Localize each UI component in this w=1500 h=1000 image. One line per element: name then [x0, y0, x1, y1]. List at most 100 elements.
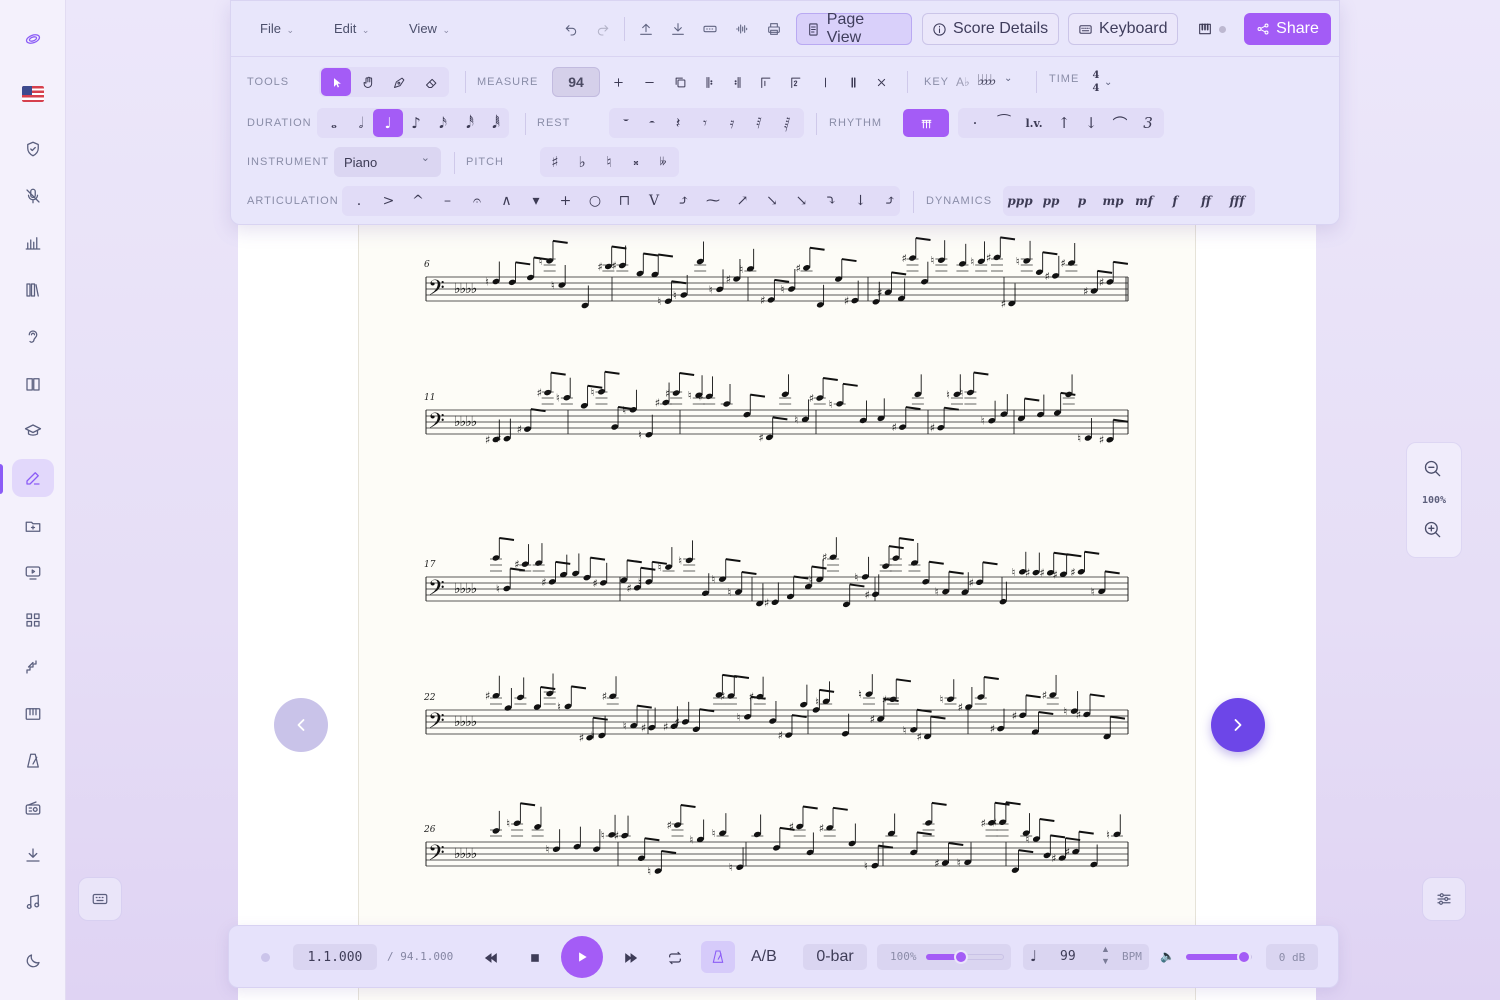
count-in-button[interactable]: 0-bar: [803, 944, 867, 970]
stairs-icon[interactable]: [12, 648, 54, 686]
time-signature[interactable]: 44: [1092, 69, 1100, 95]
remove-measure-icon[interactable]: [634, 68, 664, 96]
hand-tool-button[interactable]: [353, 68, 383, 96]
trill-icon[interactable]: ⁓: [698, 187, 728, 215]
fall-icon[interactable]: ↘: [787, 187, 817, 215]
sixteenth-note-icon[interactable]: 𝅘𝅥𝅯: [428, 109, 458, 137]
eighth-note-icon[interactable]: ♪: [401, 109, 431, 137]
dot-icon[interactable]: ·: [960, 109, 990, 137]
redo-icon[interactable]: [592, 19, 614, 39]
fast-forward-icon[interactable]: [619, 946, 643, 970]
folder-icon[interactable]: [12, 507, 54, 545]
up-bow-icon[interactable]: V: [639, 187, 669, 215]
zoom-in-icon[interactable]: [1423, 520, 1447, 544]
play-button[interactable]: [561, 936, 603, 978]
midi-icon[interactable]: [699, 19, 721, 39]
eraser-tool-button[interactable]: [416, 68, 446, 96]
moon-icon[interactable]: [12, 942, 54, 980]
repeat-start-icon[interactable]: [694, 68, 724, 96]
menu-file[interactable]: File: [260, 21, 294, 36]
volume-icon[interactable]: 🔈: [1160, 949, 1175, 963]
tenuto-icon[interactable]: –: [433, 187, 463, 215]
sixty-fourth-note-icon[interactable]: 𝅘𝅥𝅱: [481, 109, 511, 137]
dynamic-pp-icon[interactable]: pp: [1036, 187, 1066, 215]
slide-down-icon[interactable]: ↘: [757, 187, 787, 215]
score-details-button[interactable]: Score Details: [922, 13, 1059, 45]
library-icon[interactable]: [12, 271, 54, 309]
download-icon[interactable]: [12, 836, 54, 874]
volta-1-icon[interactable]: [750, 68, 780, 96]
edit-icon[interactable]: [12, 459, 54, 497]
dynamic-mp-icon[interactable]: mp: [1098, 187, 1128, 215]
graduation-icon[interactable]: [12, 412, 54, 450]
book-icon[interactable]: [12, 365, 54, 403]
dynamic-fff-icon[interactable]: fff: [1222, 187, 1252, 215]
ear-icon[interactable]: [12, 318, 54, 356]
barline-icon[interactable]: [810, 68, 840, 96]
double-barline-icon[interactable]: [838, 68, 868, 96]
ab-loop-button[interactable]: A/B: [751, 948, 777, 966]
score-notation[interactable]: 𝄢 ♭♭♭♭ 6 ♮ ♮ ♮ ♯ ♯ ♮ ♮ ♮ ♯ ♮ ♯ ♮ ♯ ♯ ♯ ♯ ♮ ♮ ♯ ♯ ♮ ♯ ♯ ♯ ♯ 𝄢 ♭♭♭♭ 11 ♯ ♯…: [358, 220, 1196, 925]
stop-icon[interactable]: [523, 946, 547, 970]
double-flat-icon[interactable]: 𝄫: [648, 148, 678, 176]
thirty-second-rest-icon[interactable]: 𝅀: [744, 109, 774, 137]
staccato-icon[interactable]: .: [344, 187, 374, 215]
delete-measure-icon[interactable]: [866, 68, 896, 96]
add-measure-icon[interactable]: [603, 68, 633, 96]
key-signature-flats-icon[interactable]: ♭♭♭♭: [977, 71, 996, 89]
next-page-button[interactable]: [1211, 698, 1265, 752]
dynamic-ff-icon[interactable]: ff: [1191, 187, 1221, 215]
stem-down-icon[interactable]: ↓: [1076, 109, 1106, 137]
sixteenth-rest-icon[interactable]: 𝄿: [717, 109, 747, 137]
keyboard-button[interactable]: Keyboard: [1068, 13, 1178, 45]
menu-view[interactable]: View: [409, 21, 450, 36]
repeat-end-icon[interactable]: [722, 68, 752, 96]
let-vibrate-icon[interactable]: l.v.: [1019, 109, 1049, 137]
plop-icon[interactable]: ↓: [846, 187, 876, 215]
stem-up-icon[interactable]: ↑: [1049, 109, 1079, 137]
page-view-button[interactable]: Page View: [796, 11, 912, 46]
slur-icon[interactable]: ⌒: [1105, 109, 1135, 137]
logo-icon[interactable]: [12, 20, 54, 58]
rewind-icon[interactable]: [479, 946, 503, 970]
print-icon[interactable]: [763, 19, 785, 39]
double-sharp-icon[interactable]: 𝄪: [621, 148, 651, 176]
flat-icon[interactable]: ♭: [567, 148, 597, 176]
piano-icon[interactable]: [12, 695, 54, 733]
keyboard-toggle-button[interactable]: [78, 877, 122, 921]
music-note-icon[interactable]: [12, 883, 54, 921]
tie-icon[interactable]: ⁀: [989, 109, 1019, 137]
natural-icon[interactable]: ♮: [594, 148, 624, 176]
previous-page-button[interactable]: [274, 698, 328, 752]
sixty-fourth-rest-icon[interactable]: 𝅁: [772, 109, 802, 137]
dynamic-f-icon[interactable]: f: [1160, 187, 1190, 215]
upload-icon[interactable]: [635, 19, 657, 39]
triplet-icon[interactable]: 3: [1133, 109, 1163, 137]
shield-icon[interactable]: [12, 130, 54, 168]
download-icon[interactable]: [667, 19, 689, 39]
speed-slider-knob[interactable]: [954, 950, 969, 964]
zoom-out-icon[interactable]: [1423, 459, 1447, 483]
measure-input[interactable]: 94: [552, 67, 600, 97]
harmonic-icon[interactable]: ○: [580, 187, 610, 215]
radio-icon[interactable]: [12, 789, 54, 827]
audio-wave-icon[interactable]: [731, 19, 753, 39]
staccatissimo-icon[interactable]: ▾: [521, 187, 551, 215]
fermata-icon[interactable]: 𝄐: [462, 187, 492, 215]
metronome-icon[interactable]: [12, 742, 54, 780]
copy-measure-icon[interactable]: [665, 68, 695, 96]
piano-keys-icon[interactable]: [1194, 19, 1216, 39]
volume-slider-knob[interactable]: [1237, 950, 1252, 964]
sharp-icon[interactable]: ♯: [540, 148, 570, 176]
scoop-icon[interactable]: ⤴: [669, 187, 699, 215]
dynamic-ppp-icon[interactable]: ppp: [1005, 187, 1035, 215]
metronome-button[interactable]: [701, 941, 735, 973]
chevron-down-icon[interactable]: ⌄: [1104, 77, 1112, 88]
quarter-note-icon[interactable]: ♩: [373, 109, 403, 137]
quarter-rest-icon[interactable]: 𝄽: [663, 109, 693, 137]
loop-icon[interactable]: [663, 946, 687, 970]
undo-icon[interactable]: [560, 19, 582, 39]
grid-icon[interactable]: [12, 601, 54, 639]
microphone-icon[interactable]: [12, 177, 54, 215]
strong-accent-icon[interactable]: ∧: [492, 187, 522, 215]
